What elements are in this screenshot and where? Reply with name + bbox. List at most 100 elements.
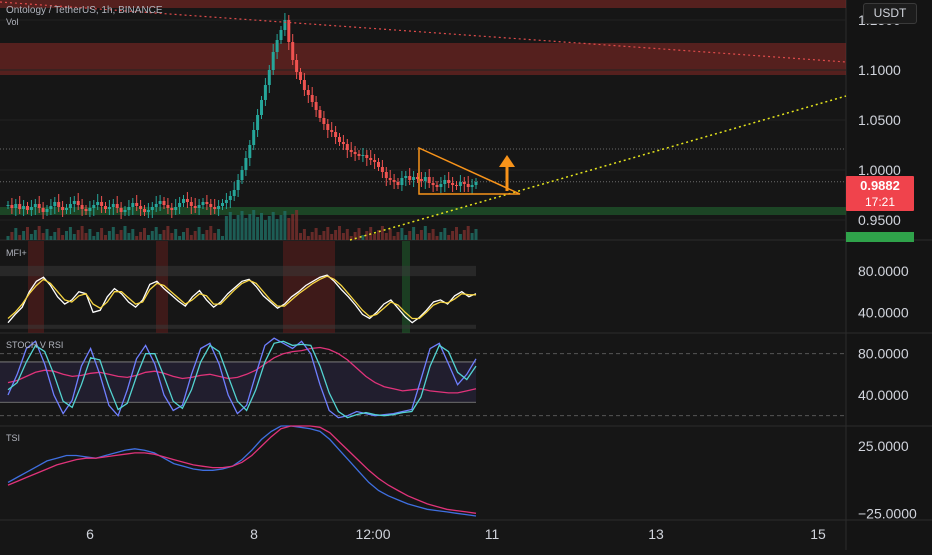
volume-label[interactable]: Vol: [6, 17, 19, 27]
volume-bar: [22, 231, 26, 240]
volume-bar: [423, 226, 427, 240]
candle-body: [61, 207, 65, 210]
candle-body: [248, 145, 252, 158]
candle-body: [18, 204, 22, 209]
volume-bar: [451, 231, 455, 240]
time-tick-label: 13: [648, 526, 664, 542]
candle-body: [65, 208, 68, 210]
candle-body: [431, 183, 435, 185]
stoch-label[interactable]: STOCH V RSI: [6, 340, 63, 350]
candle-body: [302, 80, 306, 90]
volume-bar: [271, 212, 275, 240]
candle-body: [345, 144, 349, 150]
volume-bar: [150, 231, 154, 240]
candle-body: [373, 160, 377, 162]
support-trendline: [349, 95, 847, 241]
candle-body: [100, 202, 104, 206]
triangle-pattern: [418, 146, 521, 195]
candle-body: [123, 210, 127, 212]
volume-bar: [443, 228, 447, 240]
candle-body: [232, 190, 236, 196]
volume-bar: [462, 230, 466, 240]
candle-body: [57, 202, 61, 207]
volume-bar: [119, 230, 123, 240]
volume-bar: [416, 234, 419, 240]
indicator-tick-label: 40.0000: [858, 304, 909, 320]
volume-bar: [221, 236, 224, 240]
candle-body: [384, 172, 388, 178]
volume-bar: [306, 236, 310, 240]
volume-bar: [53, 232, 57, 240]
volume-bar: [431, 229, 435, 240]
time-tick-label: 6: [86, 526, 94, 542]
candle-body: [37, 204, 41, 208]
volume-bar: [314, 228, 318, 240]
candle-body: [104, 206, 107, 209]
volume-bar: [174, 229, 178, 240]
candle-body: [447, 180, 451, 183]
volume-bar: [275, 219, 279, 240]
volume-bar: [279, 215, 283, 240]
volume-bar: [193, 231, 197, 240]
volume-bar: [49, 236, 53, 240]
candle-body: [271, 52, 275, 70]
candle-body: [49, 206, 53, 209]
candle-body: [80, 205, 84, 209]
candle-body: [392, 180, 396, 182]
volume-bar: [213, 233, 217, 240]
candle-body: [295, 60, 299, 72]
candle-body: [166, 205, 170, 208]
candle-body: [22, 206, 26, 209]
candle-body: [349, 150, 353, 152]
candle-body: [419, 179, 423, 181]
volume-bar: [154, 227, 158, 240]
volume-bar: [166, 226, 170, 240]
volume-bar: [33, 230, 37, 240]
currency-button[interactable]: USDT: [863, 3, 917, 24]
volume-bar: [310, 232, 314, 240]
candle-body: [209, 204, 213, 207]
volume-bar: [396, 232, 400, 240]
volume-bar: [439, 232, 443, 240]
candle-body: [154, 204, 158, 207]
candle-body: [143, 209, 146, 212]
candle-body: [334, 132, 338, 137]
candle-body: [84, 209, 88, 211]
candle-body: [404, 176, 408, 178]
candle-body: [283, 20, 287, 30]
candle-body: [135, 203, 139, 206]
volume-bar: [88, 229, 92, 240]
volume-bar: [143, 228, 146, 240]
volume-bar: [326, 227, 330, 240]
chart-stage: 1.15001.10001.05001.00000.950080.000040.…: [0, 0, 932, 550]
indicator-tick-label: 40.0000: [858, 387, 909, 403]
candle-body: [29, 207, 33, 210]
volume-bar: [318, 235, 322, 240]
candle-body: [139, 206, 143, 209]
volume-bar: [100, 228, 104, 240]
volume-bar: [455, 227, 458, 240]
volume-bar: [373, 234, 377, 240]
candle-body: [443, 180, 447, 184]
volume-bar: [302, 229, 306, 240]
tsi-label[interactable]: TSI: [6, 433, 20, 443]
candle-body: [466, 184, 470, 187]
candle-body: [330, 130, 334, 132]
candle-body: [41, 208, 45, 212]
volume-bar: [72, 234, 76, 240]
volume-bar: [400, 228, 404, 240]
volume-bar: [361, 235, 365, 240]
mfi-label[interactable]: MFI+: [6, 248, 27, 258]
indicator-tick-label: 25.0000: [858, 438, 909, 454]
candle-body: [150, 207, 154, 210]
last-price: 0.9882: [860, 178, 900, 193]
volume-bar: [470, 233, 474, 240]
volume-bar: [26, 227, 29, 240]
volume-bar: [10, 232, 14, 240]
chart-canvas[interactable]: 1.15001.10001.05001.00000.950080.000040.…: [0, 0, 932, 550]
candle-body: [193, 206, 197, 208]
candle-body: [408, 176, 412, 180]
candle-body: [299, 72, 302, 80]
volume-bar: [404, 235, 408, 240]
symbol-title[interactable]: Ontology / TetherUS, 1h, BINANCE: [6, 5, 163, 16]
